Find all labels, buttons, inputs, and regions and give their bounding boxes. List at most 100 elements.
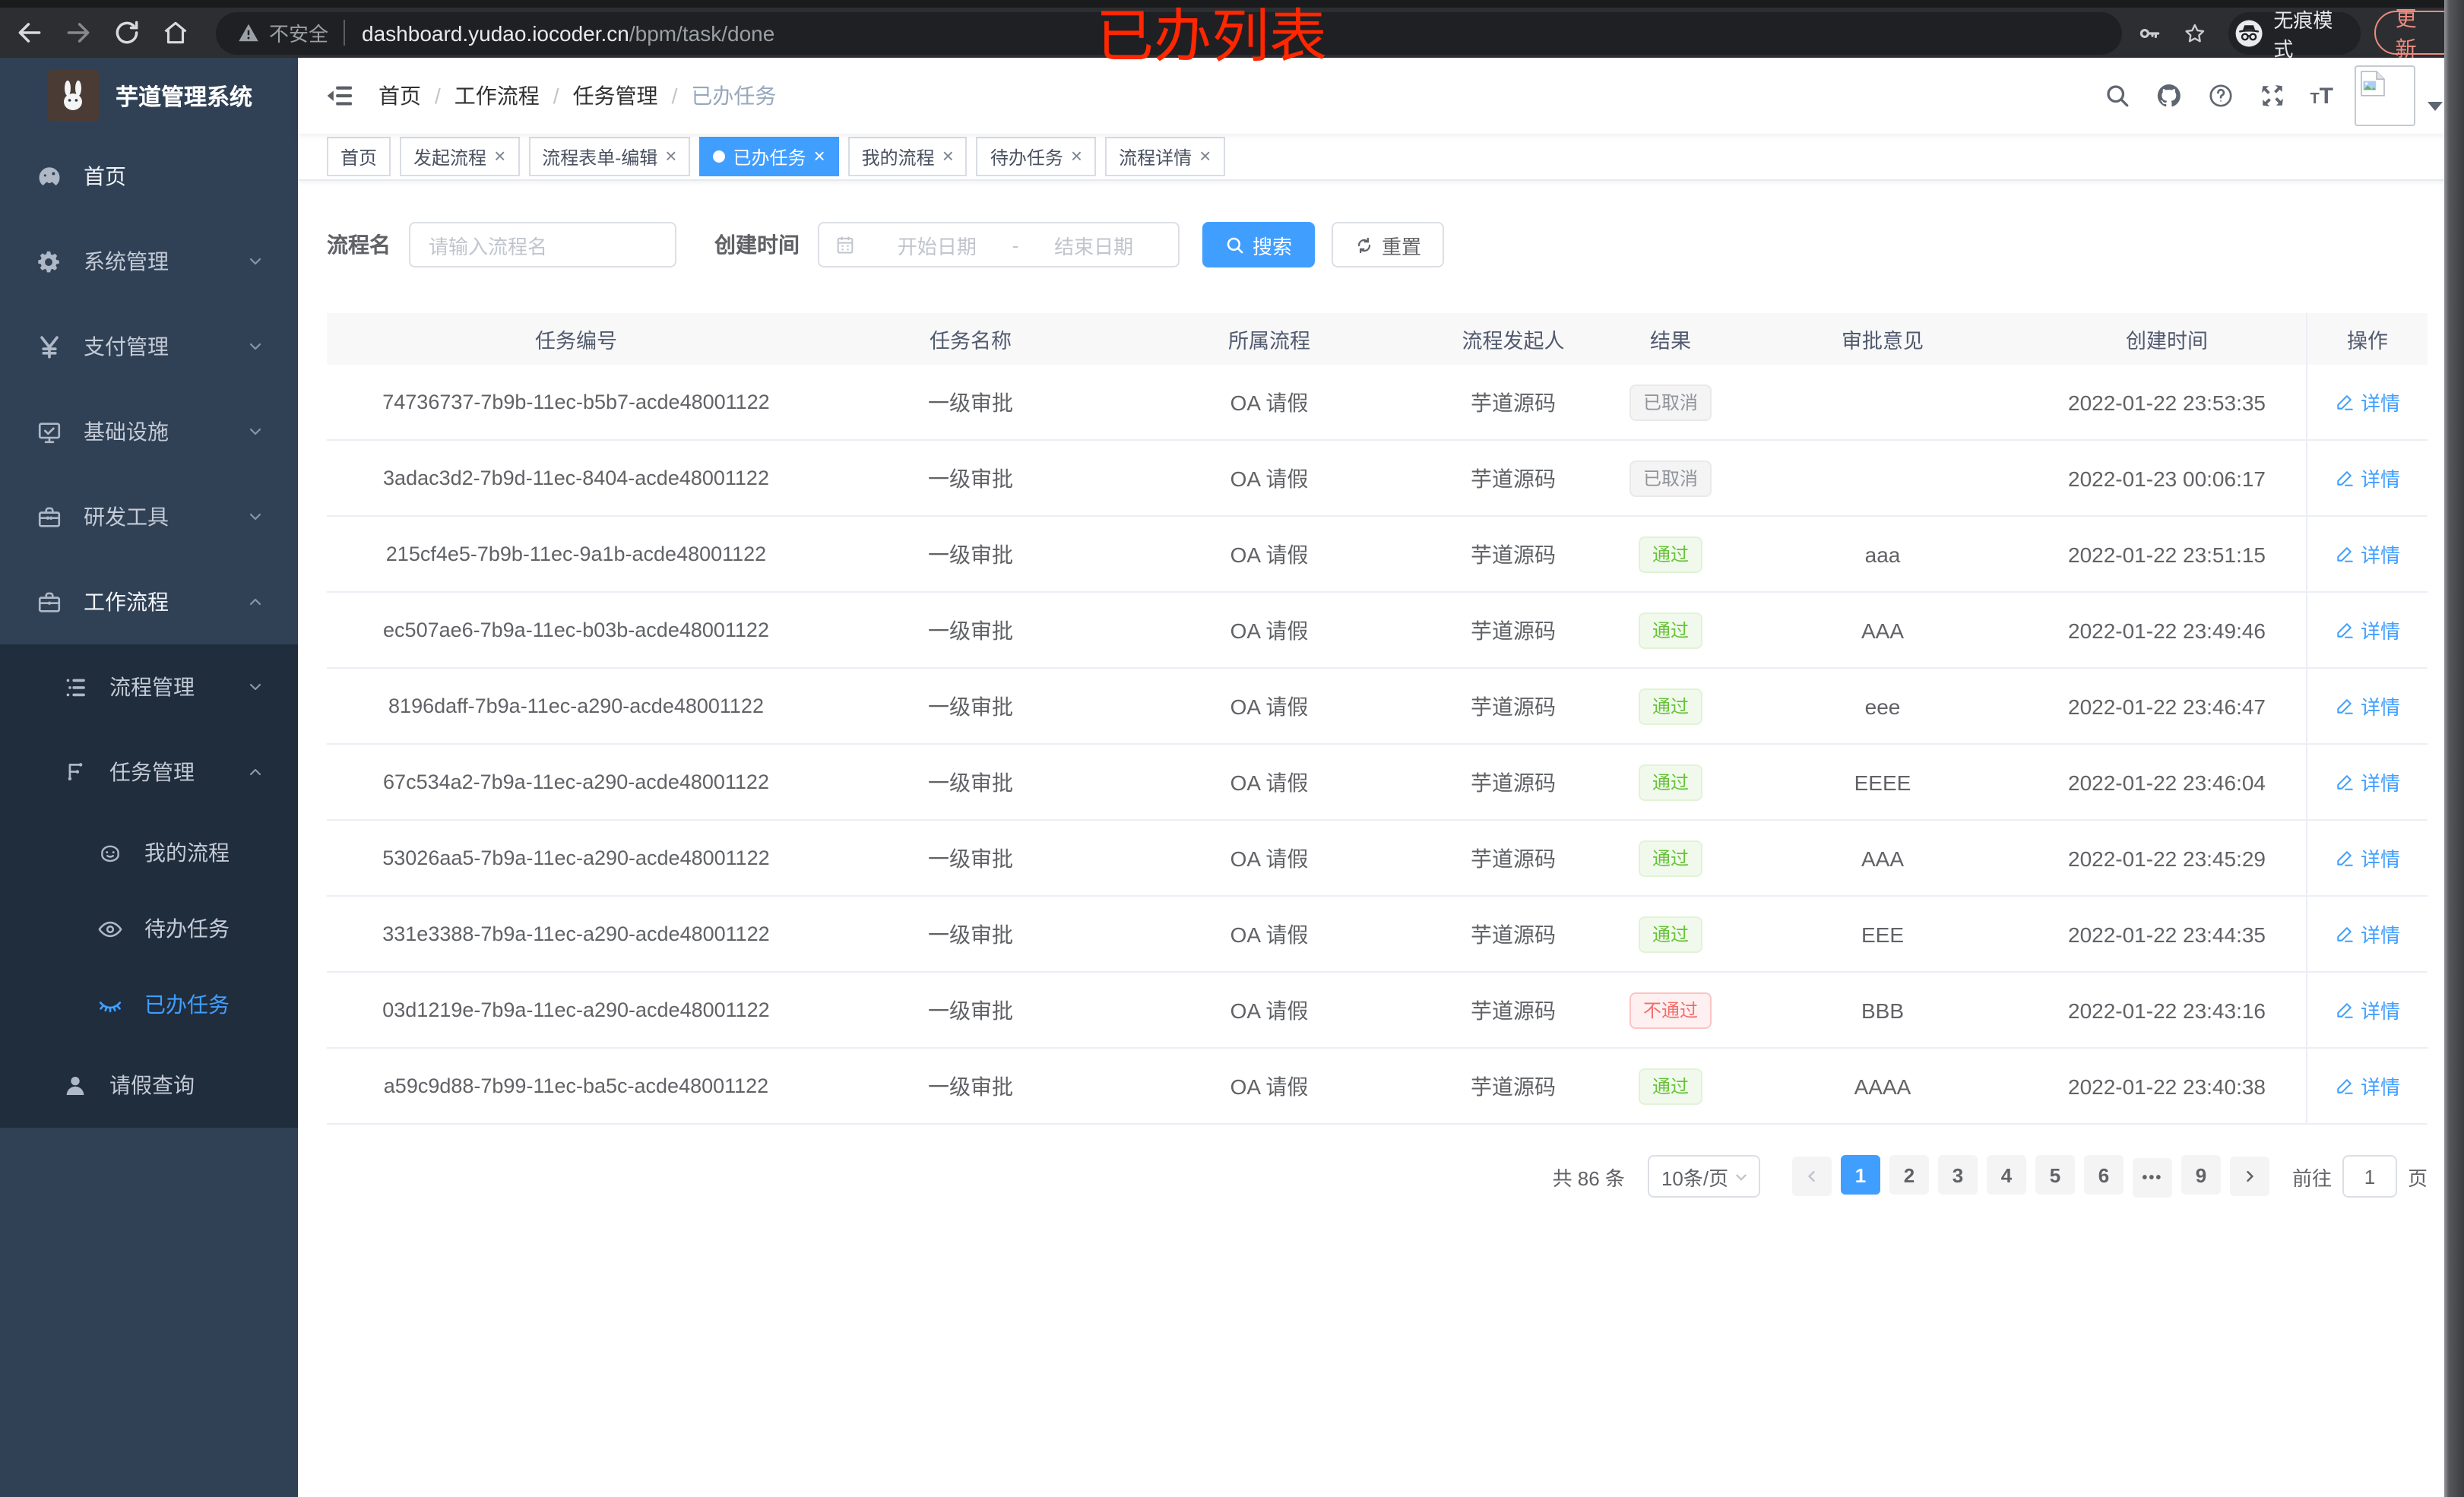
task-id-cell: 03d1219e-7b9a-11ec-a290-acde48001122 [382, 999, 770, 1021]
breadcrumb-workflow[interactable]: 工作流程 [454, 81, 540, 111]
page-button-3[interactable]: 3 [1937, 1155, 1978, 1195]
task-name-cell: 一级审批 [928, 466, 1013, 490]
search-button[interactable]: 搜索 [1202, 222, 1316, 267]
sidebar-item-my-process[interactable]: 我的流程 [0, 815, 298, 891]
avatar-caret-icon[interactable] [2428, 102, 2443, 111]
help-icon[interactable] [2206, 82, 2234, 109]
sidebar-item-workflow[interactable]: 工作流程 [0, 559, 298, 644]
toolbox-icon [36, 504, 62, 530]
incognito-icon [2234, 16, 2263, 49]
result-cell: 通过 [1604, 688, 1737, 724]
detail-link[interactable]: 详情 [2335, 692, 2400, 720]
page-button-1[interactable]: 1 [1840, 1155, 1880, 1195]
process-name-input[interactable]: 请输入流程名 [409, 222, 676, 267]
page-button-9[interactable]: 9 [2181, 1155, 2221, 1195]
page-button-5[interactable]: 5 [2035, 1155, 2075, 1195]
avatar[interactable] [2355, 65, 2415, 126]
eye-icon [97, 916, 123, 942]
page-url[interactable]: dashboard.yudao.iocoder.cn/bpm/task/done [362, 21, 774, 45]
sidebar-item-todo-tasks[interactable]: 待办任务 [0, 891, 298, 967]
pen-icon [2335, 1000, 2355, 1020]
tab-start-process[interactable]: 发起流程 × [400, 137, 520, 176]
sidebar-item-payment[interactable]: 支付管理 [0, 304, 298, 389]
close-icon[interactable]: × [942, 146, 954, 166]
sidebar-item-infrastructure[interactable]: 基础设施 [0, 389, 298, 474]
pager-prev-button[interactable] [1791, 1157, 1832, 1196]
sidebar-item-done-tasks[interactable]: 已办任务 [0, 967, 298, 1043]
pager-ellipsis[interactable]: ••• [2132, 1158, 2172, 1198]
page-button-4[interactable]: 4 [1986, 1155, 2026, 1195]
github-icon[interactable] [2155, 82, 2182, 109]
column-header-initiator: 流程发起人 [1462, 330, 1565, 353]
close-icon[interactable]: × [813, 146, 825, 166]
sidebar-item-dev-tools[interactable]: 研发工具 [0, 474, 298, 559]
back-icon[interactable] [15, 18, 44, 47]
detail-link[interactable]: 详情 [2335, 995, 2400, 1024]
result-badge: 已取消 [1629, 460, 1712, 496]
tab-my-process[interactable]: 我的流程 × [847, 137, 968, 176]
search-icon[interactable] [2103, 82, 2130, 109]
forward-icon[interactable] [64, 18, 93, 47]
done-task-table: 任务编号 任务名称 所属流程 流程发起人 结果 审批意见 创建时间 操作 74736737-7… [327, 313, 2428, 1125]
tab-done-tasks[interactable]: 已办任务 × [699, 137, 839, 176]
page-button-2[interactable]: 2 [1889, 1155, 1929, 1195]
tab-label: 首页 [340, 147, 378, 168]
close-icon[interactable]: × [665, 146, 676, 166]
goto-page-input[interactable]: 1 [2342, 1155, 2397, 1198]
font-size-icon[interactable]: TT [2310, 83, 2333, 109]
chevron-down-icon [246, 337, 264, 356]
sidebar-item-system[interactable]: 系统管理 [0, 219, 298, 304]
detail-link-label: 详情 [2360, 392, 2400, 415]
close-icon[interactable]: × [1199, 146, 1211, 166]
sidebar-collapse-icon[interactable] [325, 81, 356, 111]
date-range-input[interactable]: 开始日期 - 结束日期 [818, 222, 1180, 267]
created-time-cell: 2022-01-22 23:53:35 [2068, 390, 2266, 414]
breadcrumb-task-mgmt[interactable]: 任务管理 [573, 81, 658, 111]
initiator-cell: 芋道源码 [1471, 1074, 1556, 1098]
page-button-6[interactable]: 6 [2083, 1155, 2124, 1195]
tab-home[interactable]: 首页 [327, 137, 391, 176]
detail-link[interactable]: 详情 [2335, 540, 2400, 568]
bookmark-star-icon[interactable] [2183, 19, 2207, 46]
gear-icon [36, 248, 62, 274]
detail-link-label: 详情 [2360, 620, 2400, 643]
task-name-cell: 一级审批 [928, 542, 1013, 566]
detail-link[interactable]: 详情 [2335, 616, 2400, 644]
tab-process-detail[interactable]: 流程详情 × [1105, 137, 1225, 176]
security-label[interactable]: 不安全 [269, 18, 328, 47]
app-logo[interactable]: 芋道管理系统 [0, 58, 298, 134]
detail-link[interactable]: 详情 [2335, 767, 2400, 796]
detail-link[interactable]: 详情 [2335, 1071, 2400, 1100]
sidebar-item-leave-query[interactable]: 请假查询 [0, 1043, 298, 1128]
detail-link[interactable]: 详情 [2335, 464, 2400, 492]
tab-todo-tasks[interactable]: 待办任务 × [976, 137, 1097, 176]
task-name-cell: 一级审批 [928, 922, 1013, 946]
pager-next-button[interactable] [2229, 1157, 2269, 1196]
comment-cell: AAA [1861, 618, 1904, 642]
detail-link[interactable]: 详情 [2335, 843, 2400, 872]
start-date-placeholder[interactable]: 开始日期 [868, 230, 1006, 259]
password-key-icon[interactable] [2137, 19, 2162, 46]
result-cell: 已取消 [1604, 384, 1737, 420]
refresh-icon [1354, 235, 1374, 255]
sidebar-item-home[interactable]: 首页 [0, 134, 298, 219]
close-icon[interactable]: × [494, 146, 505, 166]
page-size-select[interactable]: 10条/页 [1647, 1155, 1760, 1198]
reset-button[interactable]: 重置 [1332, 222, 1445, 267]
detail-link[interactable]: 详情 [2335, 919, 2400, 948]
close-icon[interactable]: × [1071, 146, 1082, 166]
detail-link[interactable]: 详情 [2335, 388, 2400, 416]
sidebar-item-task-mgmt[interactable]: 任务管理 [0, 730, 298, 815]
tab-label: 流程详情 [1119, 147, 1192, 168]
reload-icon[interactable] [112, 18, 141, 47]
sidebar-item-label: 待办任务 [144, 916, 230, 941]
breadcrumb-home[interactable]: 首页 [378, 81, 421, 111]
home-icon[interactable] [161, 18, 190, 47]
comment-cell: EEE [1861, 922, 1904, 946]
tab-form-edit[interactable]: 流程表单-编辑 × [528, 137, 691, 176]
initiator-cell: 芋道源码 [1471, 846, 1556, 870]
fullscreen-icon[interactable] [2258, 82, 2285, 109]
sidebar-item-process-mgmt[interactable]: 流程管理 [0, 644, 298, 730]
end-date-placeholder[interactable]: 结束日期 [1025, 230, 1163, 259]
column-header-action: 操作 [2306, 313, 2428, 365]
